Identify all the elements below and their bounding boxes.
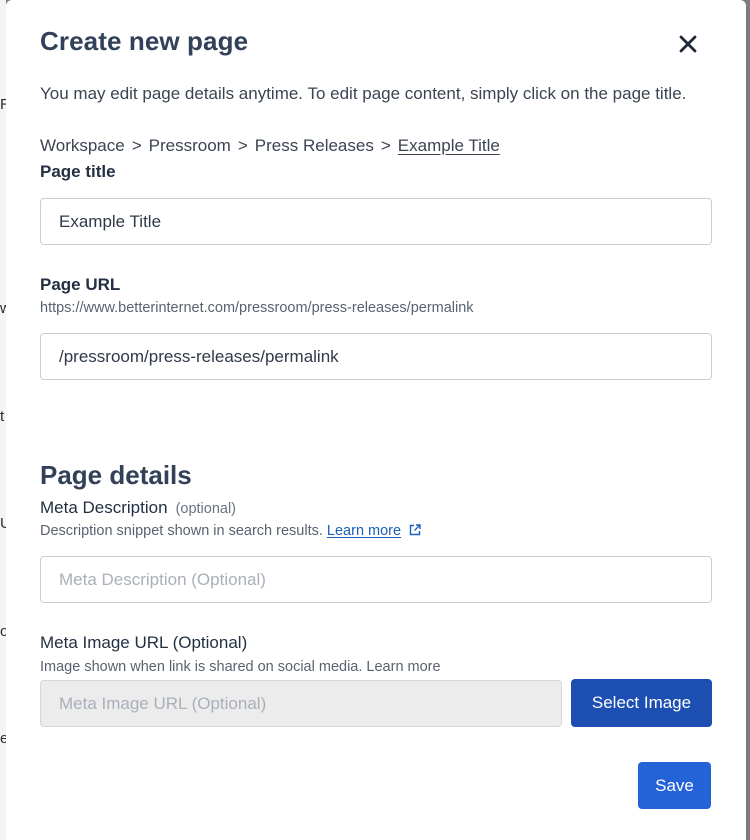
- breadcrumb-item-pressroom[interactable]: Pressroom: [149, 136, 231, 155]
- breadcrumb-separator: >: [380, 136, 391, 155]
- meta-description-label: Meta Description (optional): [40, 498, 236, 518]
- dialog-intro-text: You may edit page details anytime. To ed…: [40, 84, 687, 103]
- page-url-full: https://www.betterinternet.com/pressroom…: [40, 300, 474, 316]
- page-url-input[interactable]: [40, 333, 712, 380]
- meta-description-label-text: Meta Description: [40, 498, 168, 517]
- close-button[interactable]: [672, 28, 704, 60]
- meta-image-url-input: [40, 680, 562, 727]
- external-link-icon[interactable]: [409, 524, 421, 536]
- page-url-label: Page URL: [40, 275, 121, 294]
- breadcrumb: Workspace > Pressroom > Press Releases > Examp…: [40, 133, 500, 159]
- meta-image-label: Meta Image URL (Optional): [40, 633, 248, 652]
- meta-description-help: Description snippet shown in search resu…: [40, 523, 421, 539]
- dialog-title: Create new page: [40, 26, 249, 56]
- learn-more-link[interactable]: Learn more: [327, 523, 401, 539]
- breadcrumb-separator: >: [237, 136, 248, 155]
- optional-tag: (optional): [175, 501, 237, 517]
- page-details-heading: Page details: [40, 460, 192, 490]
- breadcrumb-item-press-releases[interactable]: Press Releases: [255, 136, 374, 155]
- meta-description-input[interactable]: [40, 556, 712, 603]
- learn-more-link-text[interactable]: Learn more: [327, 523, 401, 539]
- page-title-label: Page title: [40, 162, 116, 181]
- meta-description-help-text: Description snippet shown in search resu…: [40, 523, 323, 539]
- breadcrumb-item-current[interactable]: Example Title: [398, 136, 500, 155]
- close-icon: [679, 35, 697, 53]
- breadcrumb-item-workspace[interactable]: Workspace: [40, 136, 125, 155]
- meta-image-help: Image shown when link is shared on socia…: [40, 659, 441, 675]
- page-title-input[interactable]: [40, 198, 712, 245]
- save-button[interactable]: Save: [638, 762, 711, 809]
- breadcrumb-separator: >: [131, 136, 142, 155]
- select-image-button[interactable]: Select Image: [571, 679, 712, 727]
- create-page-dialog: Create new page You may edit page detail…: [6, 0, 746, 840]
